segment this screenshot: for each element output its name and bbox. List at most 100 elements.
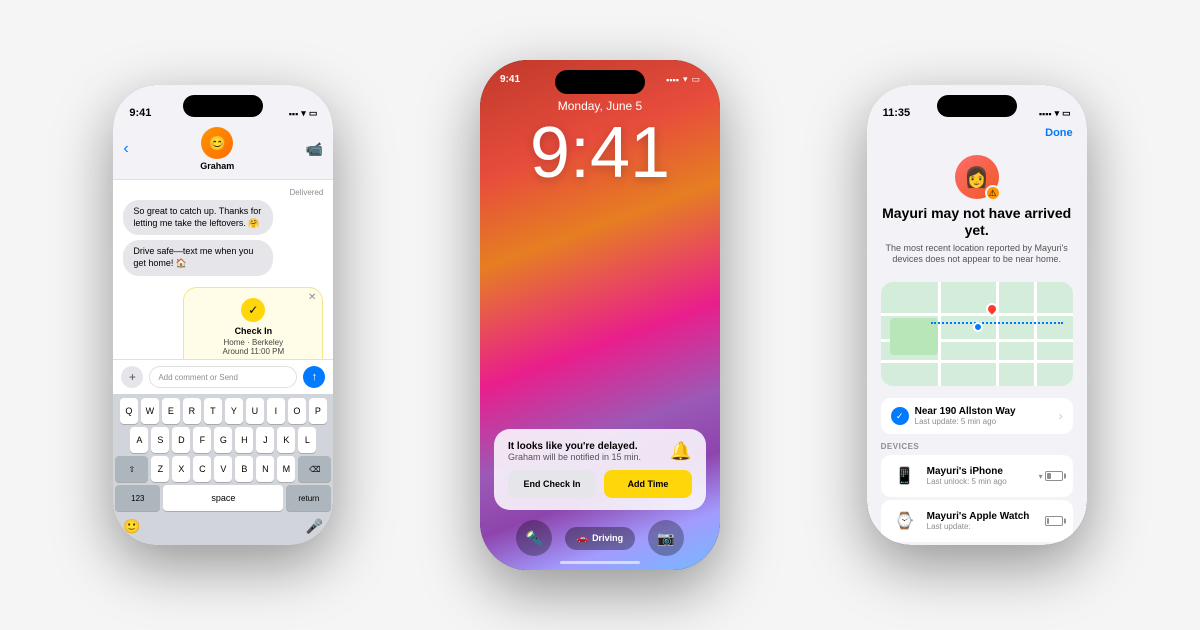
key-a[interactable]: A (130, 427, 148, 453)
add-attachment-button[interactable]: + (121, 366, 143, 388)
key-f[interactable]: F (193, 427, 211, 453)
keyboard-bottom-bar: 🙂 🎤 (115, 514, 331, 541)
key-shift[interactable]: ⇧ (115, 456, 148, 482)
message-bubble-received-2: Drive safe—text me when you get home! 🏠 (123, 240, 273, 275)
key-k[interactable]: K (277, 427, 295, 453)
lock-signal-icon: ▪▪▪▪ (666, 75, 679, 85)
key-r[interactable]: R (183, 398, 201, 424)
device-row-iphone: 📱 Mayuri's iPhone Last unlock: 5 min ago… (881, 455, 1073, 497)
lock-bottom-bar: 🔦 🚗 Driving 📷 (480, 520, 720, 556)
key-o[interactable]: O (288, 398, 306, 424)
key-numbers[interactable]: 123 (115, 485, 160, 511)
alert-badge: ⚠ (985, 185, 1001, 201)
phone-messages: 9:41 ▪▪▪ ▾ ▭ ‹ 😊 Graham 📹 (113, 85, 333, 545)
phone-findmy: 11:35 ▪▪▪▪ ▾ ▭ Done 👩 ⚠ (867, 85, 1087, 545)
key-space[interactable]: space (163, 485, 283, 511)
send-button[interactable]: ↑ (303, 366, 325, 388)
device-icon-watch: ⌚ (891, 507, 919, 535)
dynamic-island-2 (555, 70, 645, 94)
wifi-indicator: ▾ (1039, 472, 1043, 481)
key-l[interactable]: L (298, 427, 316, 453)
car-icon: 🚗 (577, 533, 588, 544)
key-c[interactable]: C (193, 456, 211, 482)
key-w[interactable]: W (141, 398, 159, 424)
driving-label: Driving (592, 533, 623, 543)
key-t[interactable]: T (204, 398, 222, 424)
notif-buttons: End Check In Add Time (508, 470, 692, 498)
key-e[interactable]: E (162, 398, 180, 424)
lock-status-icons: ▪▪▪▪ ▾ ▭ (666, 74, 700, 85)
message-input[interactable]: Add comment or Send (149, 366, 297, 388)
notif-emoji: 🔔 (670, 441, 692, 462)
key-delete[interactable]: ⌫ (298, 456, 331, 482)
map-container (881, 282, 1073, 386)
battery-indicator-watch (1045, 516, 1063, 526)
time-3: 11:35 (883, 107, 911, 119)
wifi-icon-3: ▾ (1055, 108, 1060, 119)
wifi-icon-1: ▾ (301, 108, 306, 119)
microphone-key[interactable]: 🎤 (306, 518, 323, 535)
alert-subtitle: The most recent location reported by May… (881, 243, 1073, 266)
dynamic-island-3 (937, 95, 1017, 117)
location-dot: ✓ (891, 407, 909, 425)
battery-icon-3: ▭ (1062, 108, 1071, 119)
alert-avatar: 👩 ⚠ (955, 155, 999, 199)
map-road-h3 (881, 360, 1073, 363)
key-v[interactable]: V (214, 456, 232, 482)
contact-info: 😊 Graham (200, 127, 234, 171)
devices-section: DEVICES 📱 Mayuri's iPhone Last unlock: 5… (867, 438, 1087, 545)
location-row[interactable]: ✓ Near 190 Allston Way Last update: 5 mi… (881, 398, 1073, 434)
key-q[interactable]: Q (120, 398, 138, 424)
dynamic-island-1 (183, 95, 263, 117)
time-1: 9:41 (129, 107, 151, 119)
location-name: Near 190 Allston Way (915, 406, 1016, 417)
contact-name: Graham (200, 161, 234, 171)
lock-notification-card: It looks like you're delayed. Graham wil… (494, 429, 706, 510)
torch-button[interactable]: 🔦 (516, 520, 552, 556)
key-y[interactable]: Y (225, 398, 243, 424)
input-placeholder: Add comment or Send (158, 373, 238, 382)
key-u[interactable]: U (246, 398, 264, 424)
add-time-button[interactable]: Add Time (604, 470, 692, 498)
lock-screen: 9:41 ▪▪▪▪ ▾ ▭ Monday, June 5 9:41 It loo… (480, 60, 720, 570)
device-name-watch: Mayuri's Apple Watch (927, 511, 1037, 522)
key-b[interactable]: B (235, 456, 253, 482)
end-checkin-button[interactable]: End Check In (508, 470, 596, 498)
device-status-watch: Last update: (927, 522, 1037, 531)
key-p[interactable]: P (309, 398, 327, 424)
key-return[interactable]: return (286, 485, 331, 511)
map-background (881, 282, 1073, 386)
device-info-watch: Mayuri's Apple Watch Last update: (927, 511, 1037, 531)
check-in-card: ✕ ✓ Check In Home · Berkeley Around 11:0… (183, 287, 323, 359)
camera-button[interactable]: 📷 (648, 520, 684, 556)
key-row-3: ⇧ Z X C V B N M ⌫ (115, 456, 331, 482)
key-d[interactable]: D (172, 427, 190, 453)
map-road-v2 (996, 282, 999, 386)
device-battery-iphone: ▾ (1039, 471, 1063, 481)
key-j[interactable]: J (256, 427, 274, 453)
alert-title: Mayuri may not have arrived yet. (881, 205, 1073, 239)
key-i[interactable]: I (267, 398, 285, 424)
devices-label: DEVICES (881, 442, 1073, 451)
key-h[interactable]: H (235, 427, 253, 453)
emoji-key[interactable]: 🙂 (123, 518, 140, 535)
lock-wifi-icon: ▾ (683, 74, 688, 85)
lock-big-time: 9:41 (480, 113, 720, 209)
scene: 9:41 ▪▪▪ ▾ ▭ ‹ 😊 Graham 📹 (0, 0, 1200, 630)
done-button[interactable]: Done (1045, 127, 1073, 139)
phone-lockscreen: 9:41 ▪▪▪▪ ▾ ▭ Monday, June 5 9:41 It loo… (480, 60, 720, 570)
key-n[interactable]: N (256, 456, 274, 482)
check-in-close[interactable]: ✕ (308, 292, 316, 303)
key-m[interactable]: M (277, 456, 295, 482)
key-s[interactable]: S (151, 427, 169, 453)
back-button[interactable]: ‹ (123, 140, 128, 158)
key-row-2: A S D F G H J K L (115, 427, 331, 453)
video-icon[interactable]: 📹 (306, 141, 323, 158)
key-z[interactable]: Z (151, 456, 169, 482)
key-x[interactable]: X (172, 456, 190, 482)
findmy-alert: 👩 ⚠ Mayuri may not have arrived yet. The… (867, 147, 1087, 274)
key-row-4: 123 space return (115, 485, 331, 511)
key-g[interactable]: G (214, 427, 232, 453)
status-icons-3: ▪▪▪▪ ▾ ▭ (1039, 108, 1071, 119)
device-name-iphone: Mayuri's iPhone (927, 466, 1031, 477)
